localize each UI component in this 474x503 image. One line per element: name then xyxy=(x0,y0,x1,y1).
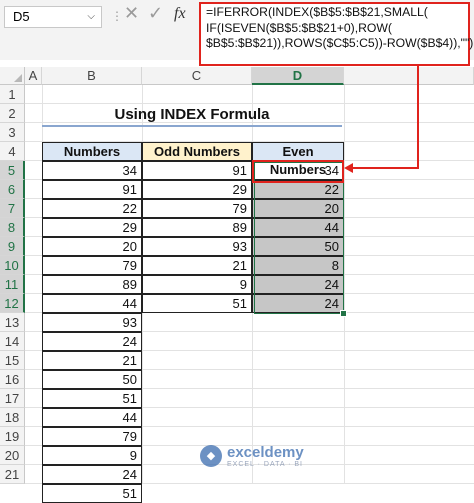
fill-handle[interactable] xyxy=(340,310,347,317)
row-header[interactable]: 18 xyxy=(0,408,25,427)
cancel-icon[interactable]: ✕ xyxy=(124,3,139,24)
insert-function-button[interactable]: fx xyxy=(174,5,186,23)
row-header[interactable]: 17 xyxy=(0,389,25,408)
cell-odd-number[interactable]: 79 xyxy=(142,199,252,218)
watermark: ◆ exceldemy EXCEL · DATA · BI xyxy=(200,443,310,473)
cell-number[interactable]: 24 xyxy=(42,332,142,351)
cell-odd-number[interactable]: 91 xyxy=(142,161,252,180)
cell-number[interactable]: 44 xyxy=(42,408,142,427)
sheet-title: Using INDEX Formula xyxy=(114,106,270,123)
formula-bar-separator: ⋮ xyxy=(111,9,124,23)
cell-number[interactable]: 20 xyxy=(42,237,142,256)
column-header-d[interactable]: D xyxy=(252,67,344,85)
select-all-corner[interactable] xyxy=(0,67,25,85)
callout-arrow-vertical xyxy=(417,64,419,169)
watermark-name: exceldemy xyxy=(227,444,304,461)
row-header[interactable]: 13 xyxy=(0,313,25,332)
cell-number[interactable]: 91 xyxy=(42,180,142,199)
cell-odd-number[interactable]: 21 xyxy=(142,256,252,275)
exceldemy-logo-icon: ◆ xyxy=(200,445,222,467)
cell-number[interactable]: 22 xyxy=(42,199,142,218)
column-header-blank xyxy=(344,67,474,85)
cell-number[interactable]: 89 xyxy=(42,275,142,294)
watermark-tagline: EXCEL · DATA · BI xyxy=(227,461,303,468)
cell-odd-number[interactable]: 29 xyxy=(142,180,252,199)
cell-number[interactable]: 34 xyxy=(42,161,142,180)
row-header[interactable]: 5 xyxy=(0,161,25,180)
column-header-c[interactable]: C xyxy=(142,67,252,85)
cell-number[interactable]: 93 xyxy=(42,313,142,332)
row-header[interactable]: 8 xyxy=(0,218,25,237)
name-box-value: D5 xyxy=(13,9,30,24)
row-header[interactable]: 3 xyxy=(0,123,25,142)
row-header[interactable]: 2 xyxy=(0,104,25,123)
row-header[interactable]: 19 xyxy=(0,427,25,446)
gridline-horizontal xyxy=(25,103,474,104)
row-header[interactable]: 12 xyxy=(0,294,25,313)
row-header[interactable]: 9 xyxy=(0,237,25,256)
selection-range xyxy=(254,162,344,314)
cell-number[interactable]: 9 xyxy=(42,446,142,465)
name-box[interactable]: D5 ⌵ xyxy=(4,6,102,28)
row-header[interactable]: 4 xyxy=(0,142,25,161)
cell-odd-number[interactable]: 93 xyxy=(142,237,252,256)
row-header[interactable]: 20 xyxy=(0,446,25,465)
title-underline xyxy=(42,125,342,127)
cell-number[interactable]: 51 xyxy=(42,389,142,408)
callout-arrow-horizontal xyxy=(352,167,419,169)
row-header[interactable]: 1 xyxy=(0,85,25,104)
enter-icon[interactable]: ✓ xyxy=(148,3,163,24)
column-header-b[interactable]: B xyxy=(42,67,142,85)
header-odd-numbers[interactable]: Odd Numbers xyxy=(142,142,252,161)
row-header[interactable]: 11 xyxy=(0,275,25,294)
row-header[interactable]: 7 xyxy=(0,199,25,218)
cell-number[interactable]: 79 xyxy=(42,256,142,275)
row-header[interactable]: 14 xyxy=(0,332,25,351)
cell-number[interactable]: 50 xyxy=(42,370,142,389)
active-cell-highlight xyxy=(252,160,344,183)
cell-number[interactable]: 44 xyxy=(42,294,142,313)
row-header[interactable]: 6 xyxy=(0,180,25,199)
header-numbers[interactable]: Numbers xyxy=(42,142,142,161)
cell-number[interactable]: 79 xyxy=(42,427,142,446)
row-header[interactable]: 10 xyxy=(0,256,25,275)
header-even-numbers[interactable]: Even Numbers xyxy=(252,142,344,177)
cell-number[interactable]: 29 xyxy=(42,218,142,237)
cell-odd-number[interactable]: 9 xyxy=(142,275,252,294)
cell-odd-number[interactable]: 51 xyxy=(142,294,252,313)
cell-number[interactable]: 24 xyxy=(42,465,142,484)
row-header[interactable]: 16 xyxy=(0,370,25,389)
callout-arrow-head xyxy=(344,163,353,173)
cell-number[interactable]: 51 xyxy=(42,484,142,503)
cell-number[interactable]: 21 xyxy=(42,351,142,370)
chevron-down-icon[interactable]: ⌵ xyxy=(87,7,95,27)
row-header[interactable]: 15 xyxy=(0,351,25,370)
row-header[interactable]: 21 xyxy=(0,465,25,484)
worksheet-grid[interactable]: A B C D 1 2 3 4 5 6 7 8 9 10 11 12 13 14 15 16 17 18 19 20 2… xyxy=(0,67,474,503)
cell-odd-number[interactable]: 89 xyxy=(142,218,252,237)
column-header-a[interactable]: A xyxy=(25,67,42,85)
gridline-vertical xyxy=(344,85,345,484)
formula-input[interactable]: =IFERROR(INDEX($B$5:$B$21,SMALL( IF(ISEV… xyxy=(199,2,473,66)
